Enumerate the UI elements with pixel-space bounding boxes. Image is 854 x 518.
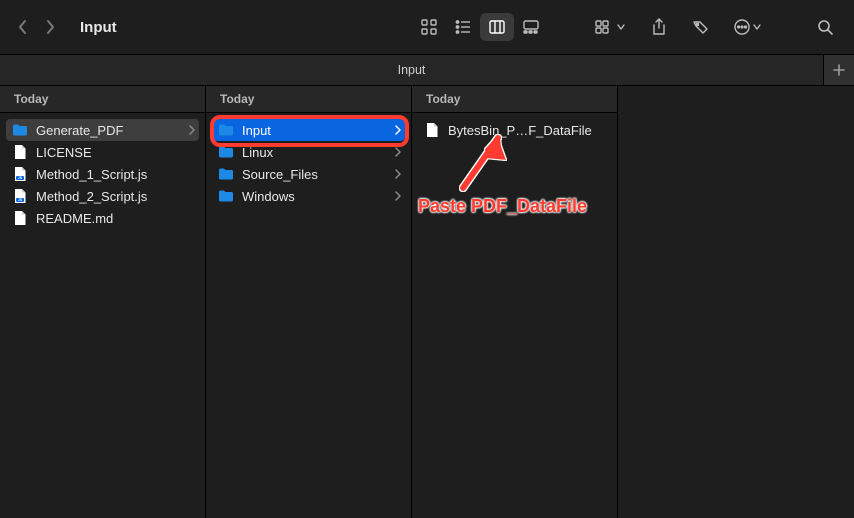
- column-2: Today BytesBin_P…F_DataFile: [412, 86, 618, 518]
- view-switcher: [412, 13, 548, 41]
- file-item[interactable]: LICENSE: [6, 141, 199, 163]
- column-header: Today: [206, 86, 411, 113]
- plus-icon: [833, 64, 845, 76]
- column-body[interactable]: Input Linux Source_Files Windows: [206, 113, 411, 518]
- folder-icon: [218, 144, 234, 160]
- file-item[interactable]: README.md: [6, 207, 199, 229]
- folder-icon: [218, 122, 234, 138]
- column-header: Today: [412, 86, 617, 113]
- view-columns-button[interactable]: [480, 13, 514, 41]
- folder-icon: [218, 166, 234, 182]
- search-button[interactable]: [810, 13, 840, 41]
- item-label: Method_2_Script.js: [36, 189, 195, 204]
- column-empty: [618, 86, 854, 518]
- document-icon: [12, 144, 28, 160]
- share-button[interactable]: [644, 13, 674, 41]
- file-item[interactable]: JS Method_2_Script.js: [6, 185, 199, 207]
- view-gallery-button[interactable]: [514, 13, 548, 41]
- folder-item[interactable]: Linux: [212, 141, 405, 163]
- column-browser: Today Generate_PDF LICENSE JS Method_1_Scrip…: [0, 86, 854, 518]
- document-icon: [424, 122, 440, 138]
- file-item[interactable]: JS Method_1_Script.js: [6, 163, 199, 185]
- toolbar: Input: [0, 0, 854, 54]
- nav-arrows: [14, 19, 58, 35]
- chevron-right-icon: [395, 147, 401, 157]
- view-icons-button[interactable]: [412, 13, 446, 41]
- item-label: Method_1_Script.js: [36, 167, 195, 182]
- group-by-button[interactable]: [588, 13, 632, 41]
- folder-item[interactable]: Input: [212, 119, 405, 141]
- actions-button[interactable]: [728, 13, 766, 41]
- tab-input[interactable]: Input: [0, 55, 823, 85]
- js-file-icon: JS: [12, 166, 28, 182]
- column-body[interactable]: BytesBin_P…F_DataFile: [412, 113, 617, 518]
- svg-text:JS: JS: [18, 176, 23, 180]
- file-item[interactable]: BytesBin_P…F_DataFile: [418, 119, 611, 141]
- view-list-button[interactable]: [446, 13, 480, 41]
- window-title: Input: [80, 19, 117, 36]
- item-label: BytesBin_P…F_DataFile: [448, 123, 607, 138]
- column-header: Today: [0, 86, 205, 113]
- tags-button[interactable]: [686, 13, 716, 41]
- column-body[interactable]: Generate_PDFLICENSEJSMethod_1_Script.jsJ…: [0, 113, 205, 518]
- folder-icon: [12, 122, 28, 138]
- item-label: README.md: [36, 211, 195, 226]
- item-label: Generate_PDF: [36, 123, 181, 138]
- folder-item[interactable]: Source_Files: [212, 163, 405, 185]
- tab-bar: Input: [0, 54, 854, 86]
- item-label: LICENSE: [36, 145, 195, 160]
- nav-forward-icon[interactable]: [42, 19, 58, 35]
- chevron-right-icon: [395, 169, 401, 179]
- svg-text:JS: JS: [18, 198, 23, 202]
- chevron-right-icon: [395, 125, 401, 135]
- item-label: Linux: [242, 145, 387, 160]
- folder-item[interactable]: Generate_PDF: [6, 119, 199, 141]
- folder-icon: [218, 188, 234, 204]
- chevron-right-icon: [395, 191, 401, 201]
- column-0: Today Generate_PDF LICENSE JS Method_1_Scrip…: [0, 86, 206, 518]
- tab-label: Input: [398, 63, 426, 77]
- document-icon: [12, 210, 28, 226]
- item-label: Source_Files: [242, 167, 387, 182]
- column-1: Today Input Linux Source_Files Windows: [206, 86, 412, 518]
- new-tab-button[interactable]: [823, 55, 854, 85]
- item-label: Windows: [242, 189, 387, 204]
- js-file-icon: JS: [12, 188, 28, 204]
- chevron-right-icon: [189, 125, 195, 135]
- item-label: Input: [242, 123, 387, 138]
- nav-back-icon[interactable]: [14, 19, 30, 35]
- folder-item[interactable]: Windows: [212, 185, 405, 207]
